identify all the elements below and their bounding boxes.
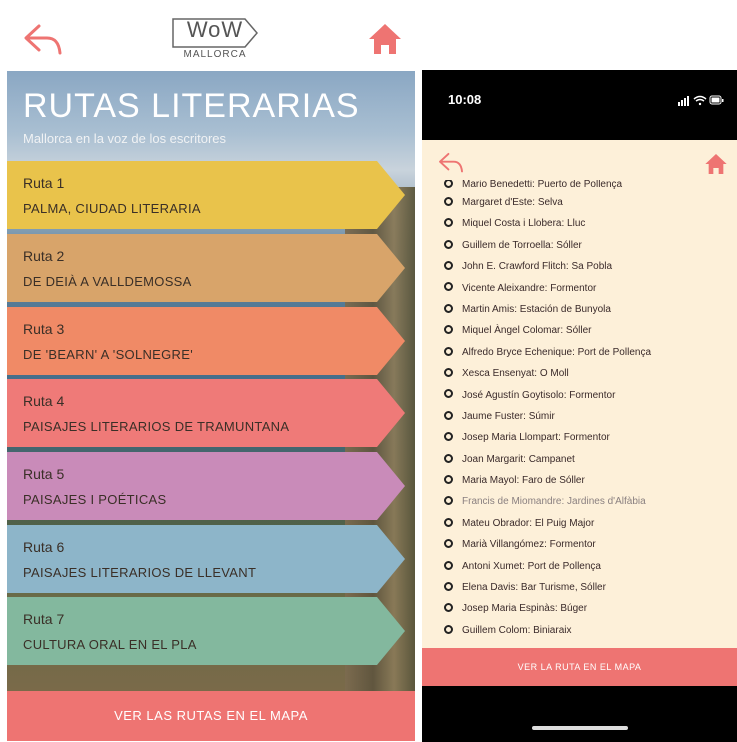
- view-routes-map-button[interactable]: VER LAS RUTAS EN EL MAPA: [7, 691, 415, 741]
- list-item[interactable]: Joan Margarit: Campanet: [444, 449, 734, 470]
- bullet-icon: [444, 325, 453, 335]
- bullet-icon: [444, 282, 453, 292]
- list-item[interactable]: Guillem Colom: Biniaraix: [444, 620, 734, 641]
- list-item[interactable]: José Agustín Goytisolo: Formentor: [444, 385, 734, 406]
- route-5-arrow: [7, 452, 405, 520]
- route-7-name: CULTURA ORAL EN EL PLA: [23, 637, 197, 652]
- bullet-icon: [444, 389, 453, 399]
- list-item[interactable]: Xesca Ensenyat: O Moll: [444, 363, 734, 384]
- route-1-arrow: [7, 161, 405, 229]
- route-3-number: Ruta 3: [23, 321, 65, 337]
- route-6[interactable]: Ruta 6 PAISAJES LITERARIOS DE LLEVANT: [7, 525, 405, 593]
- route-6-arrow: [7, 525, 405, 593]
- bullet-icon: [444, 410, 453, 420]
- bullet-icon: [444, 432, 453, 442]
- bullet-icon: [444, 581, 453, 591]
- bullet-icon: [444, 196, 453, 206]
- route-7[interactable]: Ruta 7 CULTURA ORAL EN EL PLA: [7, 597, 405, 665]
- list-item[interactable]: Alfredo Bryce Echenique: Port de Pollenç…: [444, 342, 734, 363]
- view-route-map-button[interactable]: VER LA RUTA EN EL MAPA: [422, 648, 737, 686]
- author-list: Mario Benedetti: Puerto de Pollença Marg…: [444, 180, 734, 650]
- route-4-number: Ruta 4: [23, 393, 65, 409]
- bullet-icon: [444, 346, 453, 356]
- list-item[interactable]: Margaret d'Este: Selva: [444, 192, 734, 213]
- route-5-number: Ruta 5: [23, 466, 65, 482]
- list-item[interactable]: Mateu Obrador: El Puig Major: [444, 513, 734, 534]
- bullet-icon: [444, 624, 453, 634]
- bullet-icon: [444, 539, 453, 549]
- list-item[interactable]: John E. Crawford Flitch: Sa Pobla: [444, 256, 734, 277]
- status-icons: [678, 95, 724, 106]
- list-item[interactable]: Vicente Aleixandre: Formentor: [444, 278, 734, 299]
- bullet-icon: [444, 261, 453, 271]
- bullet-icon: [444, 239, 453, 249]
- list-item[interactable]: Josep Maria Espinàs: Búger: [444, 598, 734, 619]
- bullet-icon: [444, 218, 453, 228]
- home-icon[interactable]: [367, 21, 403, 57]
- list-item[interactable]: Josep Maria Llompart: Formentor: [444, 427, 734, 448]
- status-bar: 10:08: [422, 70, 737, 140]
- page-title: RUTAS LITERARIAS: [23, 87, 360, 125]
- list-item[interactable]: Jaume Fuster: Súmir: [444, 406, 734, 427]
- list-item[interactable]: Guillem de Torroella: Sóller: [444, 235, 734, 256]
- bullet-icon: [444, 517, 453, 527]
- bullet-icon: [444, 367, 453, 377]
- bullet-icon: [444, 180, 453, 188]
- bullet-icon: [444, 303, 453, 313]
- route-4-arrow: [7, 379, 405, 447]
- route-2-name: DE DEIÀ A VALLDEMOSSA: [23, 274, 192, 289]
- wow-mallorca-logo: WoW MALLORCA: [171, 17, 259, 65]
- bullet-icon: [444, 496, 453, 506]
- route-7-number: Ruta 7: [23, 611, 65, 627]
- route-6-name: PAISAJES LITERARIOS DE LLEVANT: [23, 565, 257, 580]
- status-time: 10:08: [448, 92, 482, 107]
- route-3[interactable]: Ruta 3 DE 'BEARN' A 'SOLNEGRE': [7, 307, 405, 375]
- list-item[interactable]: Marià Villangómez: Formentor: [444, 534, 734, 555]
- route-6-number: Ruta 6: [23, 539, 65, 555]
- list-item[interactable]: Antoni Xumet: Port de Pollença: [444, 556, 734, 577]
- list-item[interactable]: Francis de Miomandre: Jardines d'Alfàbia: [444, 491, 734, 512]
- list-item[interactable]: Elena Davis: Bar Turisme, Sóller: [444, 577, 734, 598]
- route-7-arrow: [7, 597, 405, 665]
- home-indicator: [532, 726, 628, 730]
- bullet-icon: [444, 560, 453, 570]
- list-item[interactable]: Miquel Àngel Colomar: Sóller: [444, 320, 734, 341]
- route-2[interactable]: Ruta 2 DE DEIÀ A VALLDEMOSSA: [7, 234, 405, 302]
- route-1-number: Ruta 1: [23, 175, 65, 191]
- home-icon[interactable]: [704, 152, 728, 176]
- route-detail-screen: 10:08 Mario Benedetti: Puerto de Pollenç…: [422, 70, 737, 742]
- route-4[interactable]: Ruta 4 PAISAJES LITERARIOS DE TRAMUNTANA: [7, 379, 405, 447]
- list-item[interactable]: Martin Amis: Estación de Bunyola: [444, 299, 734, 320]
- list-item[interactable]: Mario Benedetti: Puerto de Pollença: [444, 180, 734, 192]
- routes-screen: WoW MALLORCA RUTAS LITERARIAS Mallorca e…: [7, 7, 415, 741]
- bullet-icon: [444, 474, 453, 484]
- route-5[interactable]: Ruta 5 PAISAJES I POÉTICAS: [7, 452, 405, 520]
- list-item[interactable]: Maria Mayol: Faro de Sóller: [444, 470, 734, 491]
- bullet-icon: [444, 603, 453, 613]
- route-4-name: PAISAJES LITERARIOS DE TRAMUNTANA: [23, 419, 290, 434]
- route-3-arrow: [7, 307, 405, 375]
- route-1-name: PALMA, CIUDAD LITERARIA: [23, 201, 201, 216]
- route-3-name: DE 'BEARN' A 'SOLNEGRE': [23, 347, 193, 362]
- list-item[interactable]: Miquel Costa i Llobera: Lluc: [444, 213, 734, 234]
- route-2-number: Ruta 2: [23, 248, 65, 264]
- page-subtitle: Mallorca en la voz de los escritores: [23, 131, 227, 146]
- bullet-icon: [444, 453, 453, 463]
- back-arrow-icon[interactable]: [23, 23, 63, 57]
- route-5-name: PAISAJES I POÉTICAS: [23, 492, 167, 507]
- back-arrow-icon[interactable]: [438, 152, 464, 174]
- route-1[interactable]: Ruta 1 PALMA, CIUDAD LITERARIA: [7, 161, 405, 229]
- route-2-arrow: [7, 234, 405, 302]
